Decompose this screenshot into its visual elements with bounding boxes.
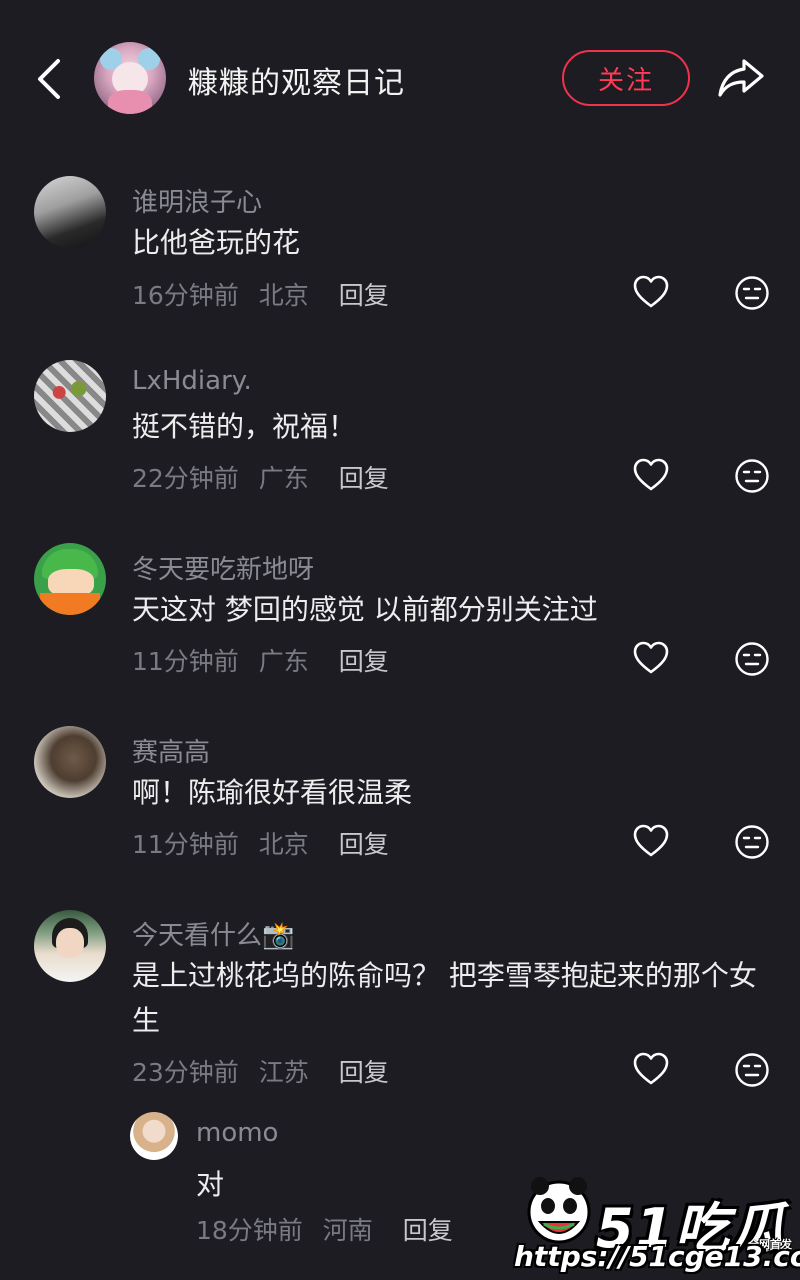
comment-meta: 16分钟前 北京 回复 <box>132 276 389 312</box>
comment-meta: 11分钟前 北京 回复 <box>132 825 389 861</box>
share-icon[interactable] <box>716 55 766 99</box>
comment-text: 比他爸玩的花 <box>132 226 301 259</box>
comment-text: 天这对 梦回的感觉 以前都分别关注过 <box>132 593 598 626</box>
author-name[interactable]: 糠糠的观察日记 <box>188 58 405 102</box>
reply-button[interactable]: 回复 <box>339 830 389 859</box>
back-arrow-icon[interactable] <box>30 55 70 103</box>
reply-button[interactable]: 回复 <box>339 281 389 310</box>
reply-time: 18分钟前 <box>196 1216 303 1245</box>
comment-location: 广东 <box>258 647 309 676</box>
comment-time: 11分钟前 <box>132 647 239 676</box>
author-avatar[interactable] <box>94 42 166 114</box>
comment-time: 16分钟前 <box>132 281 239 310</box>
comment-username[interactable]: 赛高高 <box>132 732 210 769</box>
comment-location: 江苏 <box>258 1058 309 1087</box>
heart-icon[interactable] <box>632 639 670 677</box>
comment-username[interactable]: 冬天要吃新地呀 <box>132 549 314 586</box>
comment-meta: 22分钟前 广东 回复 <box>132 459 389 495</box>
dislike-face-icon[interactable] <box>734 641 770 677</box>
comment-meta: 11分钟前 广东 回复 <box>132 642 389 678</box>
header: 糠糠的观察日记 关注 <box>0 0 800 150</box>
avatar[interactable] <box>130 1112 178 1160</box>
comment-time: 11分钟前 <box>132 830 239 859</box>
comment-location: 广东 <box>258 464 309 493</box>
heart-icon[interactable] <box>632 1050 670 1088</box>
comment-username[interactable]: LxHdiary. <box>132 366 252 396</box>
comment-time: 23分钟前 <box>132 1058 239 1087</box>
comments-page: 糠糠的观察日记 关注 谁明浪子心 比他爸玩的花 16分钟前 北京 回复 LxHd… <box>0 0 800 1280</box>
reply-button[interactable]: 回复 <box>339 464 389 493</box>
reply-meta: 18分钟前 河南 回复 <box>196 1211 453 1247</box>
watermark-url: https://51cge13.com <box>514 1240 800 1273</box>
dislike-face-icon[interactable] <box>734 458 770 494</box>
avatar[interactable] <box>34 176 106 248</box>
comment-text: 挺不错的，祝福！ <box>132 410 357 443</box>
comment-location: 北京 <box>258 830 309 859</box>
comment-username[interactable]: 谁明浪子心 <box>132 182 262 219</box>
comment-meta: 23分钟前 江苏 回复 <box>132 1053 389 1089</box>
comment-text: 啊！陈瑜很好看很温柔 <box>132 776 413 809</box>
comment-location: 北京 <box>258 281 309 310</box>
reply-button[interactable]: 回复 <box>339 1058 389 1087</box>
avatar[interactable] <box>34 726 106 798</box>
avatar[interactable] <box>34 910 106 982</box>
heart-icon[interactable] <box>632 822 670 860</box>
dislike-face-icon[interactable] <box>734 1052 770 1088</box>
heart-icon[interactable] <box>632 273 670 311</box>
dislike-face-icon[interactable] <box>734 275 770 311</box>
heart-icon[interactable] <box>632 456 670 494</box>
avatar[interactable] <box>34 360 106 432</box>
comment-time: 22分钟前 <box>132 464 239 493</box>
dislike-face-icon[interactable] <box>734 824 770 860</box>
watermark-mascot-icon <box>527 1177 591 1244</box>
reply-button[interactable]: 回复 <box>339 647 389 676</box>
reply-location: 河南 <box>322 1216 373 1245</box>
avatar[interactable] <box>34 543 106 615</box>
follow-button[interactable]: 关注 <box>562 50 690 106</box>
reply-button[interactable]: 回复 <box>403 1216 453 1245</box>
comment-text: 是上过桃花坞的陈俞吗？ 把李雪琴抱起来的那个女生 <box>132 959 757 1037</box>
reply-username[interactable]: momo <box>196 1118 278 1148</box>
reply-text: 对 <box>196 1168 225 1201</box>
comment-username[interactable]: 今天看什么📸 <box>132 915 294 952</box>
